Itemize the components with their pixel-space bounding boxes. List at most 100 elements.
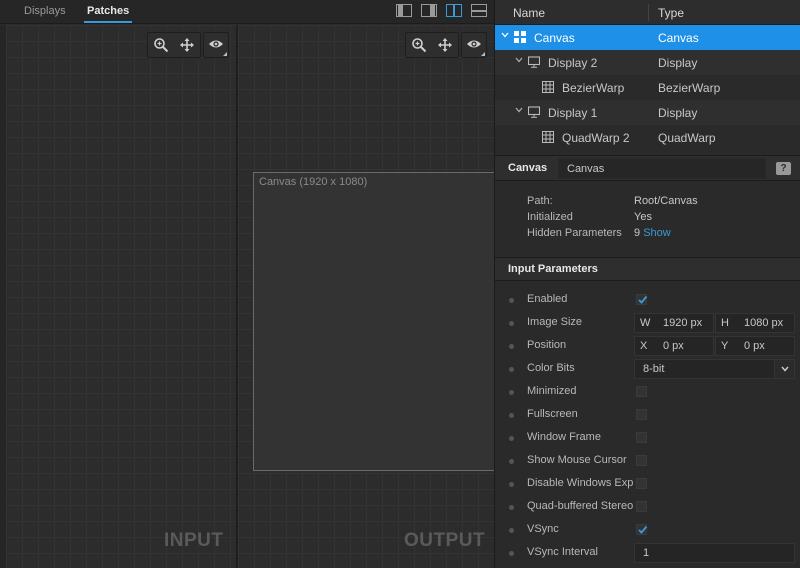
width-prefix: W [640, 317, 651, 329]
tree-row-name: BezierWarp [562, 81, 625, 95]
color-bits-select[interactable]: 8-bit [634, 359, 795, 379]
param-dot [509, 459, 514, 464]
param-dot [509, 298, 514, 303]
layout-left-panel-icon[interactable] [396, 4, 412, 17]
param-window-frame: Window Frame [495, 426, 800, 449]
position-x-field[interactable]: X 0 px [634, 336, 714, 356]
chevron-down-icon[interactable] [500, 30, 510, 40]
chevron-down-icon[interactable] [514, 55, 524, 65]
input-parameters-header[interactable]: Input Parameters [495, 257, 800, 281]
param-label: Quad-buffered Stereo [527, 500, 633, 512]
input-visibility-button[interactable] [203, 32, 229, 58]
show-hidden-link[interactable]: Show [643, 227, 671, 239]
param-label: Image Size [527, 316, 583, 328]
x-value: 0 px [663, 340, 684, 352]
path-value: Root/Canvas [634, 195, 698, 207]
pan-icon[interactable] [174, 33, 200, 57]
param-quad-buffered-stereo: Quad-buffered Stereo [495, 495, 800, 518]
tree-row-name: Display 1 [548, 106, 598, 120]
canvas-preview[interactable]: Canvas (1920 x 1080) [253, 172, 497, 471]
properties-bar: Canvas Canvas ? [495, 155, 800, 181]
minimized-checkbox[interactable] [636, 386, 647, 397]
param-vsync-interval: VSync Interval 1 [495, 541, 800, 564]
param-label: Show Mouse Cursor [527, 454, 627, 466]
dropdown-button[interactable] [774, 360, 794, 378]
active-tab-indicator [84, 21, 132, 23]
layout-split-horizontal-icon[interactable] [471, 4, 487, 17]
param-label: VSync [527, 523, 559, 535]
help-icon[interactable]: ? [776, 162, 791, 175]
disable-windows-exp-checkbox[interactable] [636, 478, 647, 489]
layout-right-panel-icon[interactable] [421, 4, 437, 17]
tree-row-type: BezierWarp [658, 81, 721, 95]
param-label: Position [527, 339, 567, 351]
tree-row-type: QuadWarp [658, 131, 716, 145]
position-y-field[interactable]: Y 0 px [715, 336, 795, 356]
image-width-field[interactable]: W 1920 px [634, 313, 714, 333]
warp-grid-icon [542, 131, 554, 143]
tree-row-bezierwarp[interactable]: BezierWarp BezierWarp [495, 75, 800, 100]
layout-split-vertical-icon[interactable] [446, 4, 462, 17]
image-height-field[interactable]: H 1080 px [715, 313, 795, 333]
input-parameters-title: Input Parameters [508, 263, 598, 275]
chevron-down-icon [780, 366, 789, 372]
param-dot [509, 390, 514, 395]
eye-icon [208, 36, 224, 55]
column-separator[interactable] [648, 4, 649, 21]
checkmark-icon [638, 525, 648, 534]
tree-row-quadwarp-2[interactable]: QuadWarp 2 QuadWarp [495, 125, 800, 150]
tree-row-canvas[interactable]: Canvas Canvas [495, 25, 800, 50]
input-pane[interactable] [6, 25, 236, 568]
column-header-name[interactable]: Name [513, 6, 545, 20]
color-bits-value: 8-bit [643, 363, 665, 375]
window-frame-checkbox[interactable] [636, 432, 647, 443]
zoom-icon[interactable] [148, 33, 174, 57]
tab-displays[interactable]: Displays [24, 5, 66, 17]
param-label: Color Bits [527, 362, 575, 374]
tree-row-type: Canvas [658, 31, 699, 45]
output-visibility-button[interactable] [461, 32, 487, 58]
warp-grid-icon [542, 81, 554, 93]
tree-row-display-2[interactable]: Display 2 Display [495, 50, 800, 75]
quad-buffered-stereo-checkbox[interactable] [636, 501, 647, 512]
enabled-checkbox[interactable] [636, 294, 648, 305]
width-value: 1920 px [663, 317, 703, 329]
initialized-value: Yes [634, 211, 652, 223]
properties-title: Canvas [508, 162, 548, 174]
input-pane-label: INPUT [164, 530, 224, 551]
vsync-interval-field[interactable]: 1 [634, 543, 795, 563]
show-mouse-cursor-checkbox[interactable] [636, 455, 647, 466]
patch-editor: Displays Patches Canvas (1920 x 1080) IN… [0, 0, 497, 568]
param-dot [509, 344, 514, 349]
param-vsync: VSync [495, 518, 800, 541]
view-tab-bar: Displays Patches [0, 0, 494, 24]
pan-icon[interactable] [432, 33, 458, 57]
monitor-icon [528, 106, 540, 118]
object-name-field[interactable]: Canvas [558, 158, 766, 179]
tree-row-display-1[interactable]: Display 1 Display [495, 100, 800, 125]
hidden-parameters-count: 9 [634, 227, 641, 239]
zoom-icon[interactable] [406, 33, 432, 57]
param-dot [509, 505, 514, 510]
param-dot [509, 482, 514, 487]
param-label: VSync Interval [527, 546, 598, 558]
param-dot [509, 528, 514, 533]
initialized-label: Initialized [527, 211, 573, 223]
input-view-tools [147, 32, 201, 58]
output-view-tools [405, 32, 459, 58]
y-value: 0 px [744, 340, 765, 352]
tree-row-type: Display [658, 106, 698, 120]
tab-patches[interactable]: Patches [87, 5, 129, 17]
vsync-checkbox[interactable] [636, 524, 648, 535]
param-dot [509, 367, 514, 372]
fullscreen-checkbox[interactable] [636, 409, 647, 420]
x-prefix: X [640, 340, 648, 352]
param-dot [509, 551, 514, 556]
chevron-down-icon[interactable] [514, 105, 524, 115]
tree-row-name: QuadWarp 2 [562, 131, 630, 145]
column-header-type[interactable]: Type [658, 6, 684, 20]
param-fullscreen: Fullscreen [495, 403, 800, 426]
y-prefix: Y [721, 340, 729, 352]
tree-row-name: Display 2 [548, 56, 598, 70]
hidden-parameters-label: Hidden Parameters [527, 227, 622, 239]
